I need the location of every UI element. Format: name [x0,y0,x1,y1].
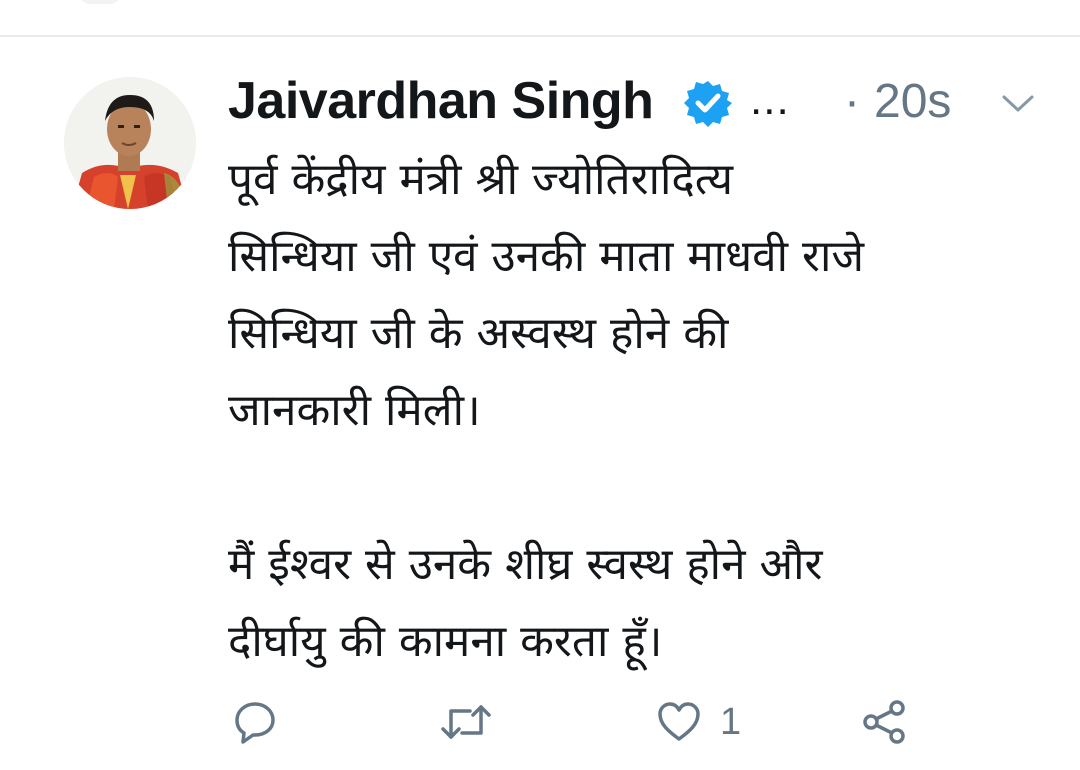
tweet-text-line: मैं ईश्वर से उनके शीघ्र स्वस्थ होने और [228,539,823,590]
tweet-text-line: दीर्घायु की कामना करता हूँ। [228,616,663,667]
verified-badge-icon [684,81,732,127]
separator-dot: · [844,75,860,128]
tweet-actions: 1 [228,692,1058,752]
heart-icon [658,702,700,741]
tweet-screen: Jaivardhan Singh ... · 20s पूर्व केंद्री… [0,0,1080,770]
avatar[interactable] [64,77,196,209]
tweet-text-line: जानकारी मिली। [228,385,481,436]
chevron-down-icon[interactable] [998,83,1038,123]
previous-tweet-edge [80,0,120,4]
tweet-header: Jaivardhan Singh ... · 20s [228,67,1058,137]
name-truncation-ellipsis: ... [750,75,790,124]
retweet-icon [441,705,491,739]
author-name[interactable]: Jaivardhan Singh [228,71,654,131]
timestamp[interactable]: 20s [874,73,951,131]
avatar-photo [64,77,196,209]
tweet-text-line: पूर्व केंद्रीय मंत्री श्री ज्योतिरादित्य [228,154,734,205]
reply-button[interactable] [232,692,278,752]
share-icon [863,700,905,744]
tweet-text-line: सिन्धिया जी के अस्वस्थ होने की [228,308,729,359]
reply-icon [235,702,275,744]
retweet-button[interactable] [440,692,492,752]
share-button[interactable] [860,692,908,752]
like-button[interactable]: 1 [656,692,741,752]
like-count: 1 [720,700,742,743]
tweet-text: पूर्व केंद्रीय मंत्री श्री ज्योतिरादित्य… [228,141,1058,680]
tweet[interactable]: Jaivardhan Singh ... · 20s पूर्व केंद्री… [0,37,1080,770]
tweet-text-line: सिन्धिया जी एवं उनकी माता माधवी राजे [228,231,865,282]
